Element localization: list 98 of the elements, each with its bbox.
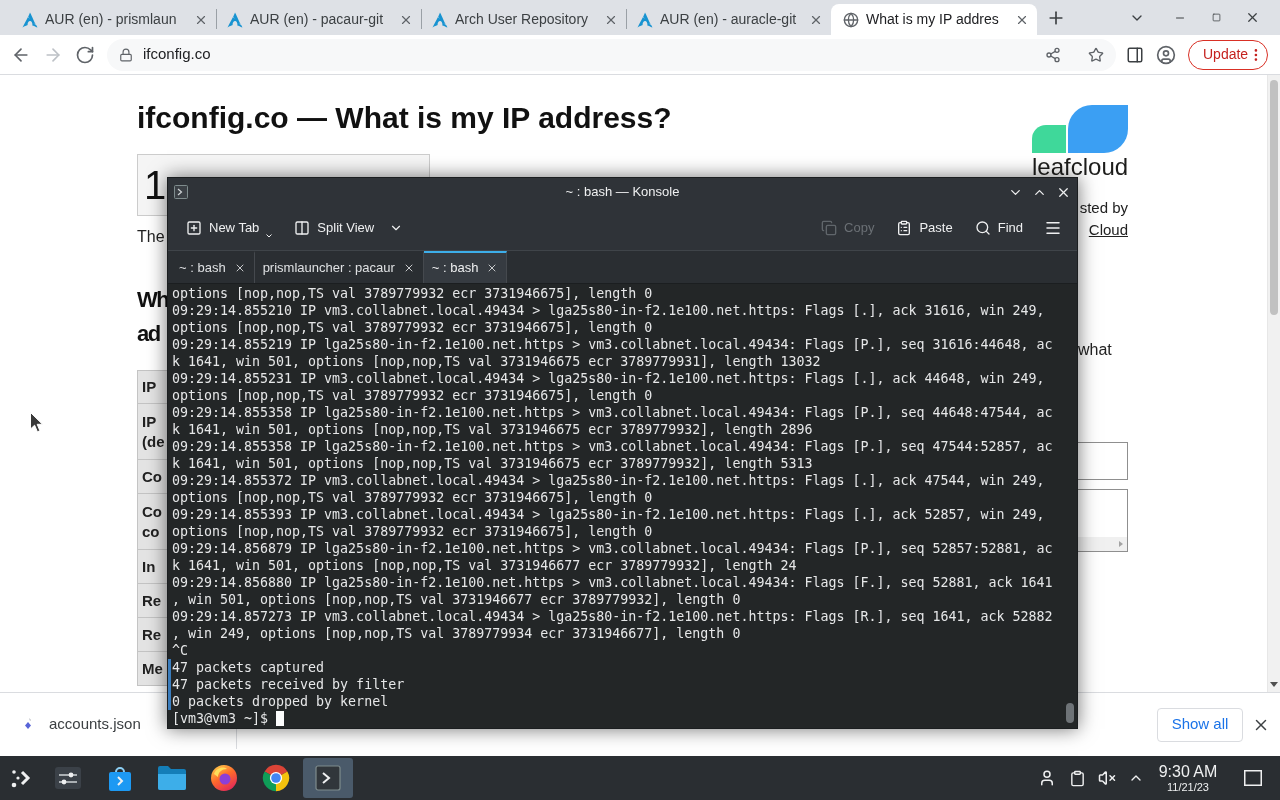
show-all-button[interactable]: Show all [1157,707,1243,742]
ip-address-text: 1 [144,162,167,208]
profile-icon[interactable] [1156,44,1176,65]
terminal-line: 09:29:14.855219 IP lga25s80-in-f2.1e100.net.https > vm3.collabnet.local.49434: Flags [P.], seq 31616:44648, ac [171,336,1053,353]
table-cell: Co co [137,494,167,550]
intro-text: The [137,228,165,246]
newtab-button[interactable]: New Tab [182,213,277,243]
terminal-line: 47 packets received by filter [168,676,405,693]
scrollbar-thumb[interactable] [1066,703,1074,723]
terminal-icon [174,185,188,199]
clock-time: 9:30 AM [1158,762,1218,781]
bookmark-star-icon[interactable] [1088,46,1104,63]
sliders-icon [54,764,82,792]
text-cursor [276,711,285,726]
volume-muted-icon[interactable] [1098,769,1116,787]
caret-down-icon[interactable] [266,234,273,238]
window-title: ~ : bash — Konsole [565,183,680,202]
browser-tab[interactable]: AUR (en) - auracle-git [627,4,831,35]
terminal-line: k 1641, win 501, options [nop,nop,TS val 3731946675 ecr 3789779932], length 2896 [171,421,813,438]
split-view-icon [294,220,311,236]
terminal-line: 09:29:14.855231 IP vm3.collabnet.local.49434 > lga25s80-in-f2.1e100.net.https: Flags [.], ack 44648, win 249, [171,370,1045,387]
terminal-line: 09:29:14.855372 IP vm3.collabnet.local.49434 > lga25s80-in-f2.1e100.net.https: Flags [.], ack 47544, win 249, [171,472,1045,489]
terminal-line: 47 packets captured [168,659,325,676]
find-button[interactable]: Find [970,213,1027,243]
paste-button[interactable]: Paste [892,213,957,243]
terminal-icon [314,764,342,792]
globe-icon [843,11,859,28]
table-cell: Re [137,618,167,652]
table-cell: Co [137,460,167,494]
terminal-line: options [nop,nop,TS val 3789779932 ecr 3731946675], length 0 [171,523,653,540]
triangle-logo-icon [637,11,653,28]
text-area[interactable] [1078,489,1128,552]
address-field[interactable]: ifconfig.co [107,38,1116,71]
terminal-tab[interactable]: ~ : bash [171,251,255,283]
table-cell: IP (de [137,404,167,460]
search-icon [974,220,991,236]
copy-icon [821,220,838,236]
leaf-logo-icon [1032,105,1128,153]
terminal-line: 09:29:14.855358 IP lga25s80-in-f2.1e100.net.https > vm3.collabnet.local.49434: Flags [P.], seq 47544:52857, ac [171,438,1053,455]
segmented-ring-icon [262,764,290,792]
scrollbar-thumb[interactable] [1270,80,1278,315]
side-text: what [1078,341,1112,359]
clock-date: 11/21/23 [1167,780,1209,794]
new-tab-icon [186,220,202,236]
table-cell: In [137,550,167,584]
terminal-line: 09:29:14.856880 IP lga25s80-in-f2.1e100.net.https > vm3.collabnet.local.49434: Flags [F.], seq 52881, ack 1641 [171,574,1053,591]
sponsor-text: sted by [1079,199,1128,217]
clipboard-icon[interactable] [1068,769,1086,787]
terminal-line: 09:29:14.855210 IP vm3.collabnet.local.49434 > lga25s80-in-f2.1e100.net.https: Flags [.], ack 31616, win 249, [171,302,1045,319]
terminal-line: , win 249, options [nop,nop,TS val 3789779934 ecr 3731946677], length 0 [171,625,741,642]
mouse-pointer-icon [30,412,43,433]
input-field[interactable] [1078,442,1128,480]
sphere-app-icon [210,764,238,792]
terminal-line: k 1641, win 501, options [nop,nop,TS val 3731946677 ecr 3789779932], length 24 [171,557,797,574]
terminal-line: options [nop,nop,TS val 3789779932 ecr 3731946675], length 0 [171,489,653,506]
terminal-line: k 1641, win 501, options [nop,nop,TS val 3731946675 ecr 3789779932], length 5313 [171,455,813,472]
shopping-bag-icon [106,764,134,792]
heading-text: ad [137,320,160,348]
terminal-line: options [nop,nop,TS val 3789779932 ecr 3731946675], length 0 [171,319,653,336]
show-desktop-icon[interactable] [1244,770,1262,786]
table-cell: Me [137,652,167,686]
terminal-line: 09:29:14.855393 IP vm3.collabnet.local.49434 > lga25s80-in-f2.1e100.net.https: Flags [.], ack 52857, win 249, [171,506,1045,523]
terminal-line: , win 501, options [nop,nop,TS val 3731946677 ecr 3789779932], length 0 [171,591,741,608]
table-cell: Re [137,584,167,618]
side-panel-icon[interactable] [1126,45,1144,64]
triangle-logo-icon [227,11,243,28]
user-icon[interactable] [1038,769,1056,787]
download-file-name[interactable]: accounts.json [49,713,141,736]
menu-icon[interactable] [1044,219,1062,237]
paste-icon [896,220,913,236]
terminal-line: options [nop,nop,TS val 3789779932 ecr 3731946675], length 0 [171,387,653,404]
browser-tab[interactable]: Arch User Repository [422,4,626,35]
browser-tab[interactable]: AUR (en) - prismlaun [12,4,216,35]
sponsor-link[interactable]: Cloud [1088,221,1128,239]
triangle-logo-icon [432,11,448,28]
browser-tab[interactable]: AUR (en) - pacaur-git [217,4,421,35]
terminal-prompt: [vm3@vm3 ~]$ [172,710,269,727]
terminal-line: k 1641, win 501, options [nop,nop,TS val 3731946675 ecr 3789779931], length 13032 [171,353,821,370]
lock-icon [119,47,133,62]
terminal-line: ^C [171,642,188,659]
heading-text: Wh [137,286,169,314]
triangle-logo-icon [22,11,38,28]
table-cell: IP [137,370,167,404]
terminal-tab[interactable]: prismlauncher : pacaur [254,251,424,283]
page-title: ifconfig.co — What is my IP address? [137,100,672,136]
folder-icon [157,765,187,791]
terminal-line: 09:29:14.855358 IP lga25s80-in-f2.1e100.net.https > vm3.collabnet.local.49434: Flags [P.], seq 44648:47544, ac [171,404,1053,421]
share-icon[interactable] [1045,46,1061,63]
browser-tab[interactable]: What is my IP addres [831,4,1037,35]
terminal-tab[interactable]: ~ : bash [423,251,508,283]
url-text: ifconfig.co [143,44,211,65]
terminal-line: options [nop,nop,TS val 3789779932 ecr 3731946675], length 0 [171,285,653,302]
split-button[interactable]: Split View [290,213,408,243]
scroll-down-arrow-icon[interactable] [1270,682,1278,687]
terminal-line: 09:29:14.856879 IP lga25s80-in-f2.1e100.net.https > vm3.collabnet.local.49434: Flags [P.], seq 52857:52881, ac [171,540,1053,557]
reload-icon [75,44,95,65]
terminal-line: 09:29:14.857273 IP vm3.collabnet.local.49434 > lga25s80-in-f2.1e100.net.https: Flags [R.], seq 1641, ack 52882 [171,608,1053,625]
logo-text: leafcloud [1032,155,1128,179]
